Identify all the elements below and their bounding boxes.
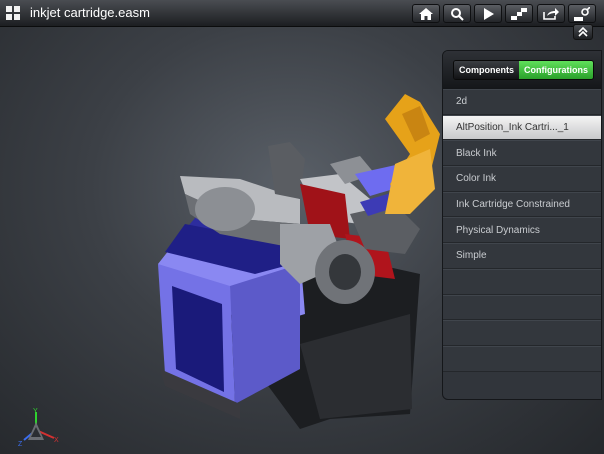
list-item[interactable]: Black Ink bbox=[443, 140, 601, 167]
list-item[interactable]: Ink Cartridge Constrained bbox=[443, 191, 601, 218]
home-icon bbox=[419, 7, 433, 20]
list-item[interactable]: 2d bbox=[443, 89, 601, 115]
list-item-selected[interactable]: AltPosition_Ink Cartri..._1 bbox=[443, 114, 601, 141]
list-item[interactable]: Physical Dynamics bbox=[443, 217, 601, 244]
double-chevron-up-icon bbox=[578, 27, 588, 37]
collapse-panel-button[interactable] bbox=[573, 24, 593, 40]
play-button[interactable] bbox=[474, 4, 502, 23]
settings-icon bbox=[574, 6, 590, 21]
configurations-panel: Components Configurations 2d AltPosition… bbox=[442, 50, 602, 400]
views-button[interactable] bbox=[505, 4, 533, 23]
panel-tab-switch: Components Configurations bbox=[453, 60, 594, 80]
tab-components[interactable]: Components bbox=[454, 61, 519, 79]
y-axis-label: Y bbox=[33, 408, 38, 415]
tab-configurations[interactable]: Configurations bbox=[519, 61, 593, 79]
z-axis-label: Z bbox=[18, 441, 23, 448]
axis-triad: Y X Z bbox=[18, 408, 59, 448]
grid-menu-icon[interactable] bbox=[5, 5, 21, 21]
share-button[interactable] bbox=[537, 4, 565, 23]
list-item[interactable]: Simple bbox=[443, 243, 601, 269]
list-item[interactable]: Color Ink bbox=[443, 166, 601, 192]
document-title: inkjet cartridge.easm bbox=[30, 5, 150, 20]
list-item-empty bbox=[443, 294, 601, 321]
zoom-button[interactable] bbox=[443, 4, 471, 23]
top-toolbar: inkjet cartridge.easm bbox=[0, 0, 604, 27]
list-item-empty bbox=[443, 320, 601, 346]
list-item-empty bbox=[443, 345, 601, 372]
views-icon bbox=[511, 7, 527, 20]
home-button[interactable] bbox=[412, 4, 440, 23]
play-icon bbox=[484, 7, 494, 20]
share-icon bbox=[543, 8, 559, 20]
zoom-icon bbox=[451, 7, 464, 21]
x-axis-label: X bbox=[54, 437, 59, 444]
configuration-list: 2d AltPosition_Ink Cartri..._1 Black Ink… bbox=[443, 89, 601, 372]
list-item-empty bbox=[443, 268, 601, 295]
settings-button[interactable] bbox=[568, 4, 596, 23]
panel-header: Components Configurations bbox=[443, 51, 601, 89]
